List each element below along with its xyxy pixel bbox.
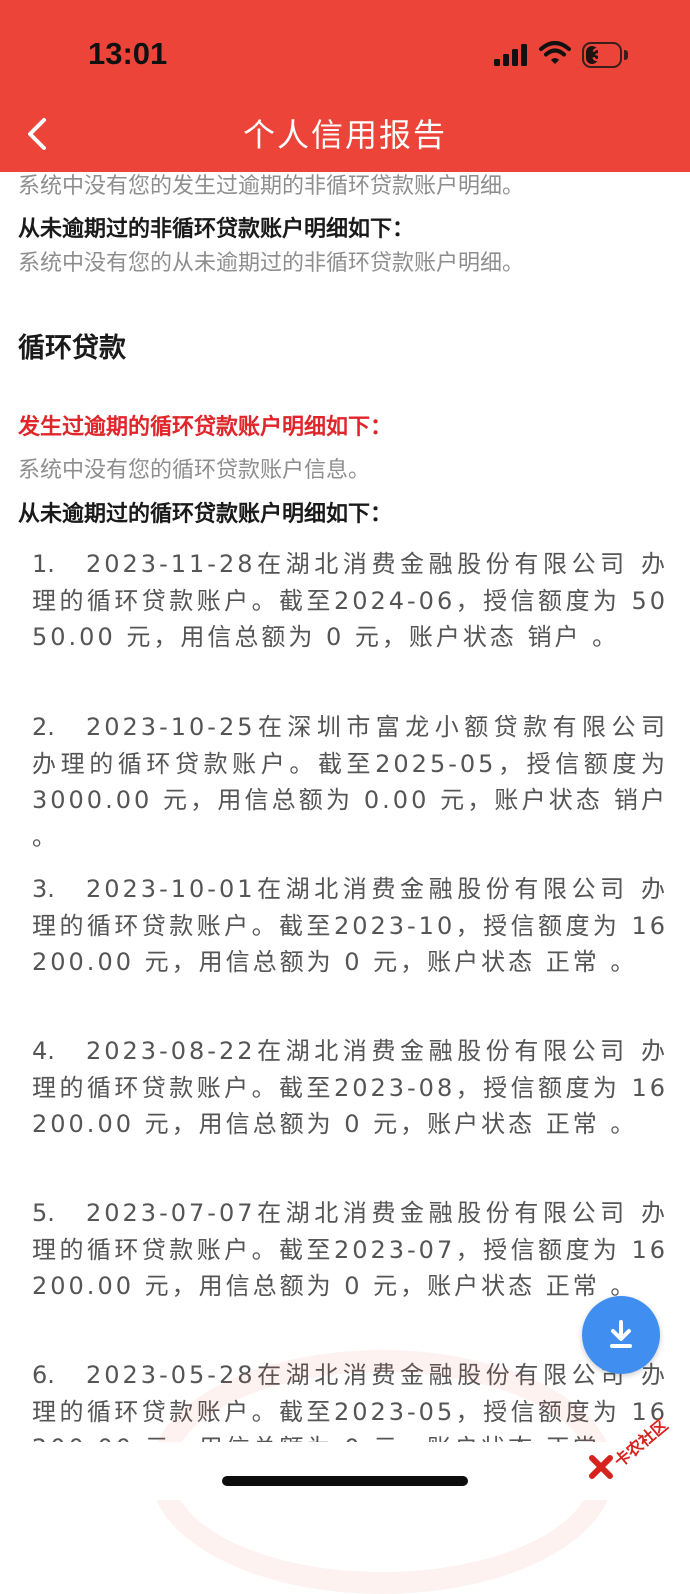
list-item-text: 2023-07-07在湖北消费金融股份有限公司 办理的循环贷款账户。截至2023… [32, 1199, 668, 1300]
revolving-overdue-title: 发生过逾期的循环贷款账户明细如下： [18, 415, 393, 440]
list-item: 5. 2023-07-07在湖北消费金融股份有限公司 办理的循环贷款账户。截至20… [32, 1195, 668, 1305]
home-indicator[interactable] [222, 1476, 468, 1486]
list-item-number: 3. [32, 875, 55, 903]
nonrevolving-never-overdue-empty: 系统中没有您的从未逾期过的非循环贷款账户明细。 [18, 251, 525, 276]
status-time: 13:01 [88, 36, 168, 71]
cellular-signal-icon [494, 44, 527, 66]
battery-cap [624, 50, 628, 60]
community-logo-icon [589, 1455, 613, 1479]
list-item-number: 2. [32, 713, 55, 741]
list-item-text: 2023-11-28在湖北消费金融股份有限公司 办理的循环贷款账户。截至2024… [32, 550, 668, 651]
page-title: 个人信用报告 [242, 116, 447, 154]
list-item-text: 2023-08-22在湖北消费金融股份有限公司 办理的循环贷款账户。截至2023… [32, 1037, 668, 1138]
list-item: 3. 2023-10-01在湖北消费金融股份有限公司 办理的循环贷款账户。截至20… [32, 871, 668, 981]
list-item-number: 5. [32, 1199, 55, 1227]
list-item-number: 6. [32, 1361, 55, 1389]
list-item: 1. 2023-11-28在湖北消费金融股份有限公司 办理的循环贷款账户。截至20… [32, 546, 668, 656]
battery-icon: 35 [582, 42, 622, 68]
list-item-text: 2023-10-01在湖北消费金融股份有限公司 办理的循环贷款账户。截至2023… [32, 875, 668, 976]
battery-level: 35 [591, 44, 613, 65]
list-item-number: 1. [32, 550, 55, 578]
download-icon [610, 1320, 632, 1348]
list-item: 2. 2023-10-25在深圳市富龙小额贷款有限公司 办理的循环贷款账户。截至2… [32, 709, 668, 855]
section-heading-revolving: 循环贷款 [18, 333, 126, 364]
list-item-text: 2023-10-25在深圳市富龙小额贷款有限公司 办理的循环贷款账户。截至202… [32, 713, 668, 851]
app-header: 13:01 35 个人信用报告 [0, 0, 690, 172]
download-button[interactable] [582, 1296, 660, 1374]
list-item-number: 4. [32, 1037, 55, 1065]
revolving-never-overdue-title: 从未逾期过的循环贷款账户明细如下： [18, 502, 393, 527]
watermark-badge: 卡农社区 [586, 1410, 686, 1480]
nonrevolving-never-overdue-title: 从未逾期过的非循环贷款账户明细如下： [18, 217, 415, 242]
list-item: 4. 2023-08-22在湖北消费金融股份有限公司 办理的循环贷款账户。截至20… [32, 1033, 668, 1143]
nonrevolving-overdue-empty: 系统中没有您的发生过逾期的非循环贷款账户明细。 [18, 174, 525, 199]
revolving-overdue-empty: 系统中没有您的循环贷款账户信息。 [18, 458, 371, 483]
wifi-icon [539, 41, 571, 64]
watermark-badge-text: 卡农社区 [610, 1415, 672, 1472]
